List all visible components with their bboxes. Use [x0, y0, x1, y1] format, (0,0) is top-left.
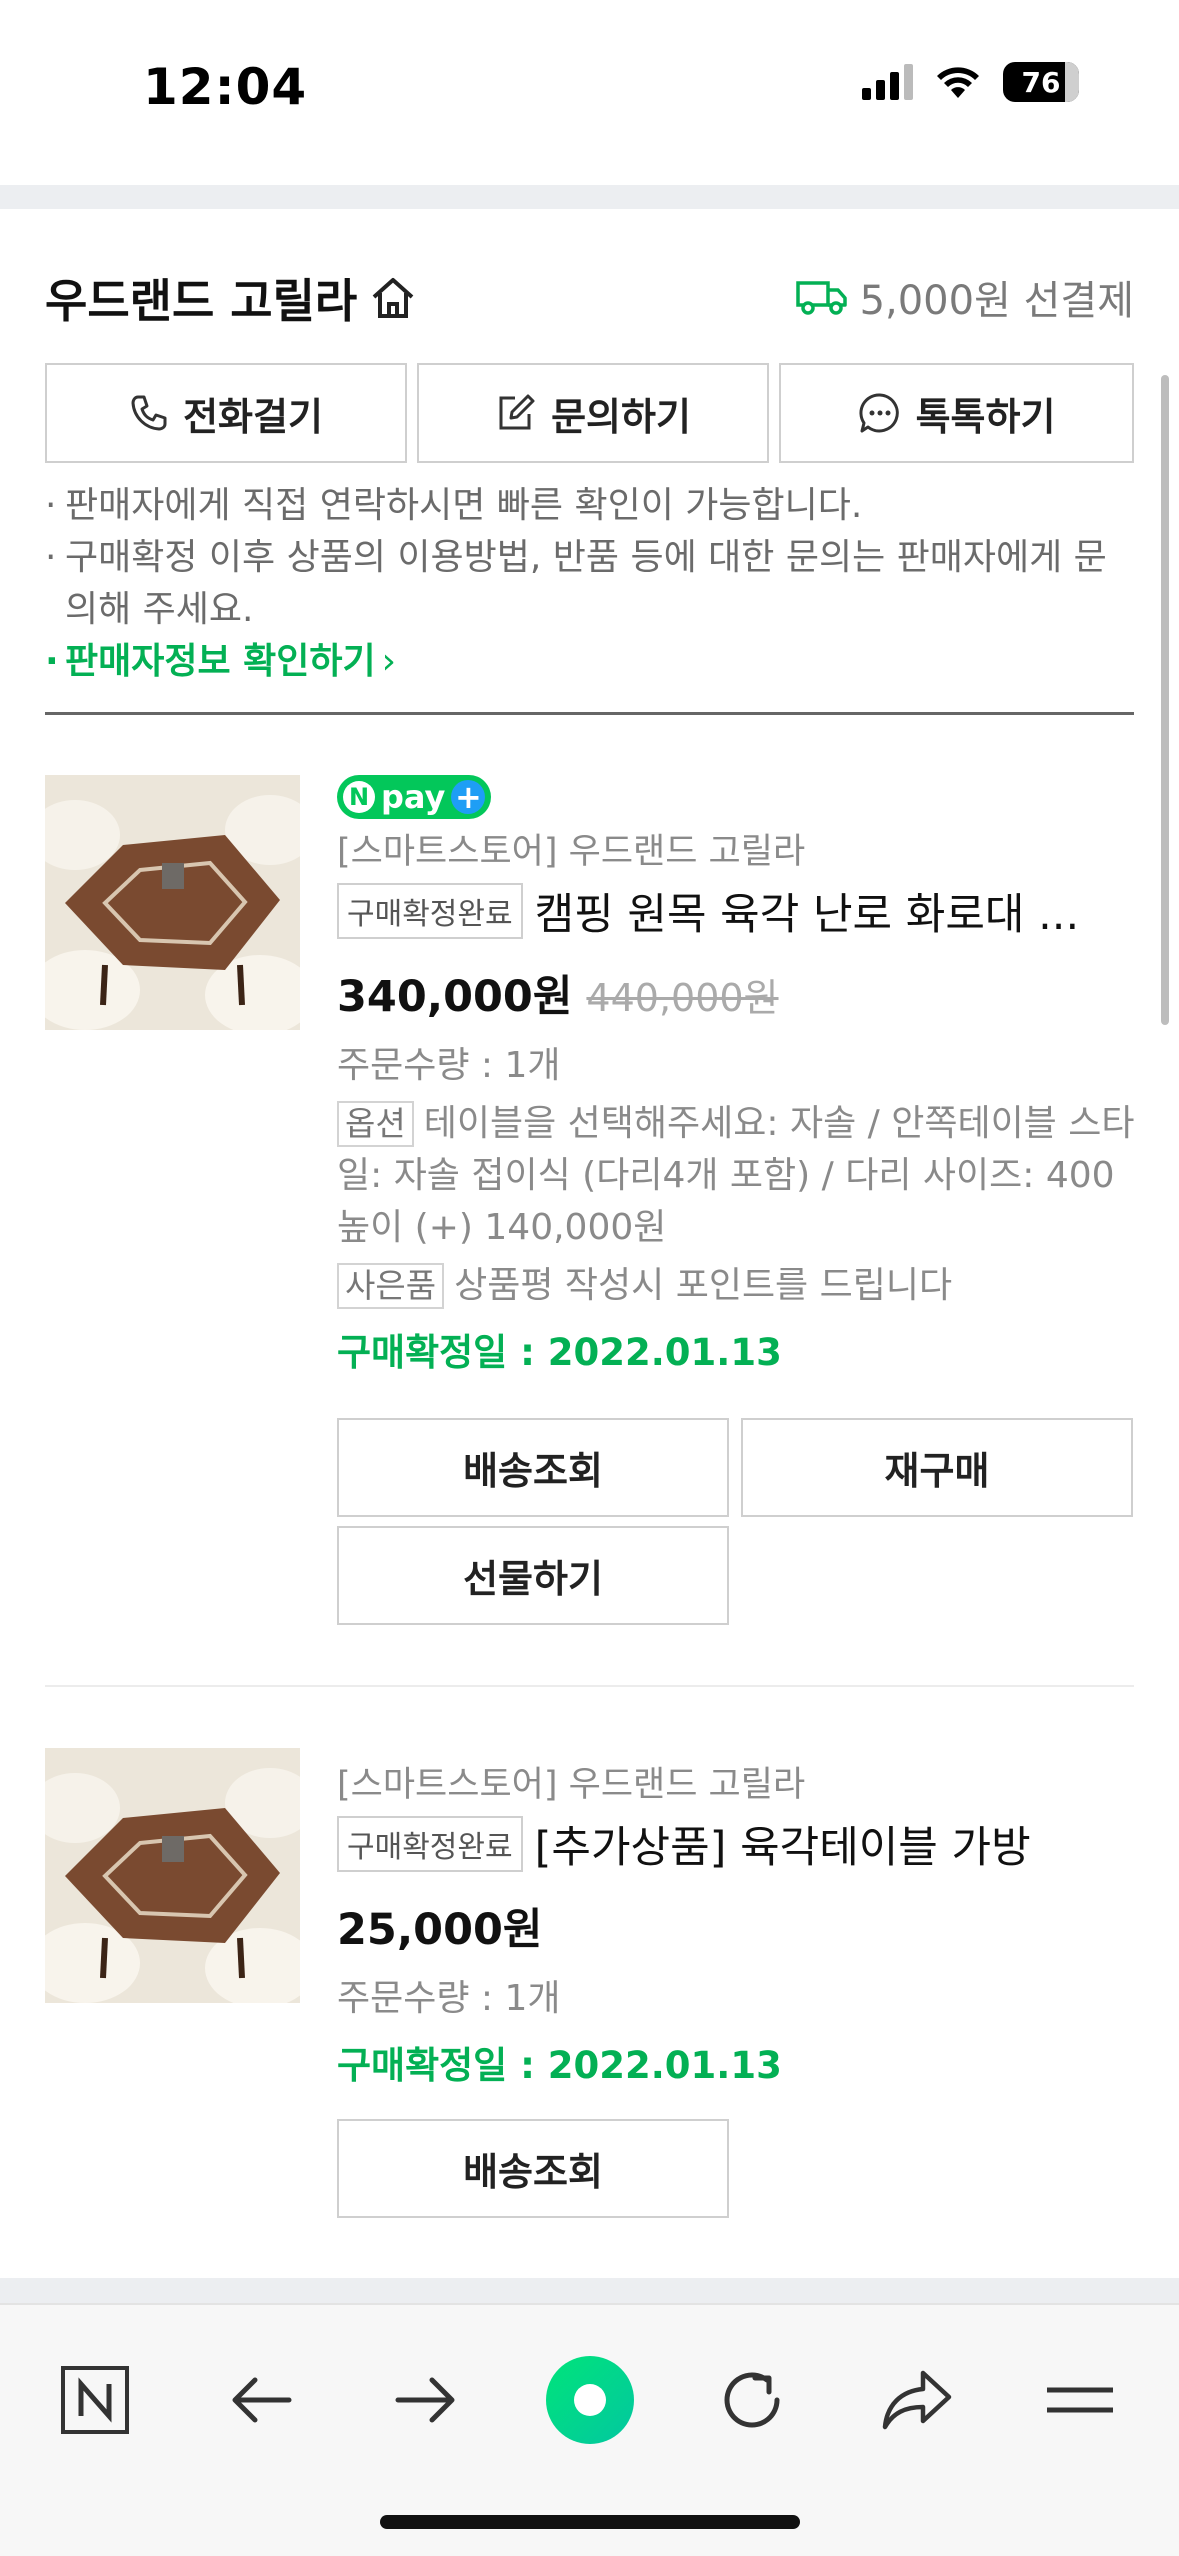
call-button[interactable]: 전화걸기	[45, 363, 407, 463]
top-separator	[0, 185, 1179, 209]
hexagon-table-image	[45, 775, 300, 1030]
contact-actions: 전화걸기 문의하기 톡톡하기	[45, 363, 1134, 463]
scrollbar[interactable]	[1161, 375, 1169, 1025]
seller-name[interactable]: 우드랜드 고릴라	[45, 265, 417, 331]
option-info: 옵션 테이블을 선택해주세요: 자솔 / 안쪽테이블 스타일: 자솔 접이식 (다…	[337, 1098, 1137, 1254]
repurchase-button[interactable]: 재구매	[741, 1418, 1133, 1517]
home-indicator[interactable]	[380, 2515, 800, 2529]
menu-icon[interactable]	[1030, 2350, 1130, 2450]
edit-icon	[499, 394, 535, 430]
phone-icon	[131, 395, 167, 431]
shipping-text: 5,000원 선결제	[859, 278, 1134, 324]
signal-icon	[862, 64, 913, 100]
option-text: 테이블을 선택해주세요: 자솔 / 안쪽테이블 스타일: 자솔 접이식 (다리4…	[337, 1103, 1135, 1248]
inquiry-button[interactable]: 문의하기	[417, 363, 769, 463]
original-price: 440,000원	[586, 976, 779, 1020]
note-item: · 판매자에게 직접 연락하시면 빠른 확인이 가능합니다.	[45, 485, 863, 526]
store-name: [스마트스토어] 우드랜드 고릴라	[337, 1765, 806, 1805]
battery-level: 76	[1021, 65, 1061, 99]
product-thumbnail[interactable]	[45, 1748, 300, 2003]
seller-info-link[interactable]: · 판매자정보 확인하기 ›	[45, 636, 1134, 688]
chat-icon	[859, 393, 899, 433]
inquiry-label: 문의하기	[551, 394, 691, 439]
green-dot-icon[interactable]	[540, 2350, 640, 2450]
product-thumbnail[interactable]	[45, 775, 300, 1030]
forward-arrow-icon[interactable]	[375, 2350, 475, 2450]
back-arrow-icon[interactable]	[212, 2350, 312, 2450]
battery-icon: 76	[1003, 62, 1079, 102]
gift-info: 사은품 상품평 작성시 포인트를 드립니다	[337, 1260, 1137, 1312]
reload-icon[interactable]	[702, 2350, 802, 2450]
price-row: 340,000원 440,000원	[337, 962, 1137, 1024]
sale-price: 25,000원	[337, 1905, 543, 1955]
store-home-icon	[372, 278, 414, 318]
status-tag: 구매확정완료	[337, 883, 523, 939]
status-bar: 12:04 76	[0, 0, 1179, 185]
share-icon[interactable]	[867, 2350, 967, 2450]
product-title: [추가상품] 육각테이블 가방	[534, 1823, 1031, 1873]
seller-notes: · 판매자에게 직접 연락하시면 빠른 확인이 가능합니다. · 구매확정 이후 상…	[45, 480, 1134, 688]
confirm-date: 구매확정일 : 2022.01.13	[337, 2044, 782, 2087]
status-icons: 76	[862, 62, 1079, 102]
gift-text: 상품평 작성시 포인트를 드립니다	[454, 1265, 953, 1306]
naver-n-icon: N	[343, 781, 375, 813]
section-divider	[45, 712, 1134, 715]
product-title-row[interactable]: 구매확정완료 캠핑 원목 육각 난로 화로대 ...	[337, 880, 1137, 942]
track-delivery-button[interactable]: 배송조회	[337, 2119, 729, 2218]
status-time: 12:04	[143, 58, 308, 116]
call-label: 전화걸기	[183, 394, 323, 439]
status-tag: 구매확정완료	[337, 1816, 523, 1872]
product-title-row[interactable]: 구매확정완료 [추가상품] 육각테이블 가방	[337, 1813, 1137, 1875]
sale-price: 340,000원	[337, 972, 573, 1022]
item-divider	[45, 1685, 1134, 1687]
option-tag: 옵션	[337, 1101, 414, 1147]
track-delivery-button[interactable]: 배송조회	[337, 1418, 729, 1517]
price-row: 25,000원	[337, 1895, 1137, 1957]
naver-n-icon[interactable]	[45, 2350, 145, 2450]
wifi-icon	[937, 67, 979, 98]
product-title: 캠핑 원목 육각 난로 화로대 ...	[534, 890, 1080, 940]
talktalk-button[interactable]: 톡톡하기	[779, 363, 1134, 463]
hexagon-table-image	[45, 1748, 300, 2003]
truck-icon	[795, 281, 847, 315]
order-quantity: 주문수량 : 1개	[337, 1978, 561, 2019]
store-name: [스마트스토어] 우드랜드 고릴라	[337, 832, 806, 872]
npay-plus-badge: N pay +	[337, 775, 492, 819]
talktalk-label: 톡톡하기	[915, 394, 1056, 439]
order-item-info: [스마트스토어] 우드랜드 고릴라 구매확정완료 [추가상품] 육각테이블 가방…	[337, 1752, 1137, 2089]
seller-name-text: 우드랜드 고릴라	[45, 274, 358, 328]
bottom-separator	[0, 2278, 1179, 2303]
order-quantity: 주문수량 : 1개	[337, 1045, 561, 1086]
confirm-date: 구매확정일 : 2022.01.13	[337, 1331, 782, 1374]
gift-button[interactable]: 선물하기	[337, 1526, 729, 1625]
shipping-info: 5,000원 선결제	[795, 268, 1134, 326]
order-item-info: N pay + [스마트스토어] 우드랜드 고릴라 구매확정완료 캠핑 원목 육…	[337, 775, 1137, 1376]
plus-icon: +	[451, 780, 486, 814]
gift-tag: 사은품	[337, 1263, 445, 1309]
note-item: · 구매확정 이후 상품의 이용방법, 반품 등에 대한 문의는 판매자에게 문의…	[45, 537, 1107, 630]
